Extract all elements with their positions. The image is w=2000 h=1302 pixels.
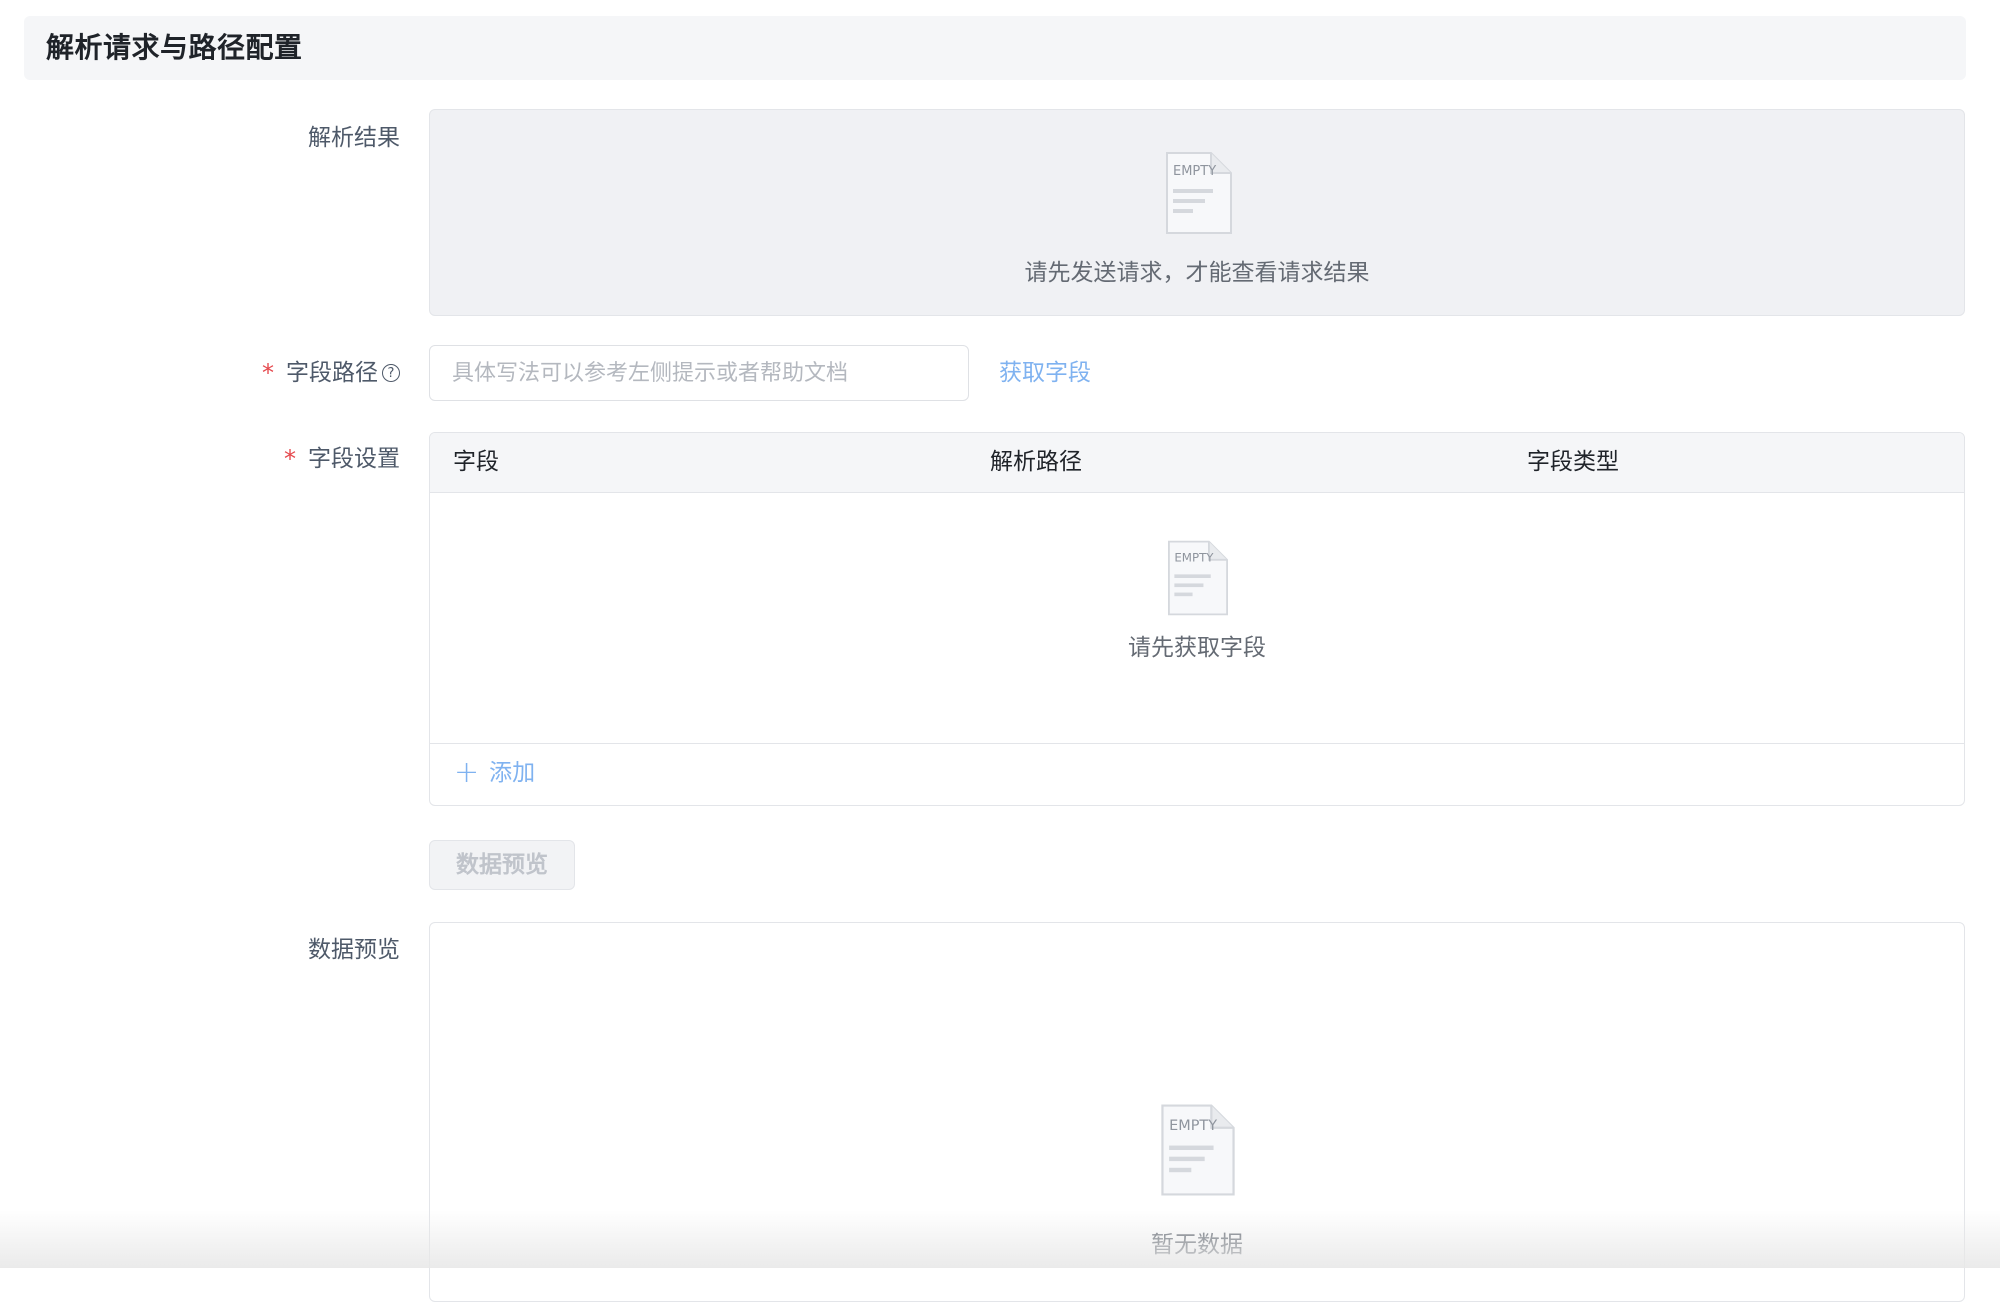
parse-result-empty-text: 请先发送请求，才能查看请求结果 bbox=[1024, 260, 1370, 286]
table-empty-text: 请先获取字段 bbox=[1128, 635, 1266, 661]
column-header-parse-path: 解析路径 bbox=[990, 449, 1082, 475]
plus-icon: + bbox=[454, 755, 480, 790]
empty-icon-caption: EMPTY bbox=[1173, 164, 1216, 179]
field-settings-table: 字段 解析路径 字段类型 EMPTY 请先获取字段 + 添加 bbox=[429, 432, 1965, 806]
table-header: 字段 解析路径 字段类型 bbox=[430, 433, 1964, 493]
table-body-empty: EMPTY 请先获取字段 bbox=[430, 493, 1964, 745]
empty-document-icon: EMPTY bbox=[1166, 152, 1232, 234]
column-header-field-type: 字段类型 bbox=[1527, 449, 1619, 475]
field-settings-label-text: 字段设置 bbox=[308, 446, 400, 472]
empty-icon-caption: EMPTY bbox=[1169, 1118, 1217, 1134]
data-preview-label: 数据预览 bbox=[308, 935, 400, 965]
add-row-button[interactable]: + 添加 bbox=[454, 758, 535, 788]
empty-document-icon: EMPTY bbox=[1161, 1104, 1235, 1196]
field-path-label: * 字段路径 ? bbox=[262, 358, 400, 388]
add-row-label: 添加 bbox=[489, 760, 536, 786]
section-title: 解析请求与路径配置 bbox=[46, 31, 303, 64]
table-footer: + 添加 bbox=[430, 743, 1964, 805]
parse-result-label: 解析结果 bbox=[308, 123, 400, 153]
field-path-label-text: 字段路径 bbox=[286, 360, 378, 386]
help-circle-icon[interactable]: ? bbox=[382, 364, 400, 382]
field-settings-label: * 字段设置 bbox=[284, 444, 400, 474]
empty-icon-caption: EMPTY bbox=[1174, 551, 1214, 565]
empty-document-icon: EMPTY bbox=[1168, 540, 1228, 616]
field-path-input[interactable] bbox=[429, 345, 969, 401]
parse-result-label-text: 解析结果 bbox=[308, 125, 400, 151]
fetch-fields-link[interactable]: 获取字段 bbox=[999, 358, 1091, 388]
data-preview-panel: EMPTY 暂无数据 bbox=[429, 922, 1965, 1302]
column-header-field: 字段 bbox=[453, 449, 499, 475]
section-header: 解析请求与路径配置 bbox=[24, 16, 1966, 80]
required-marker: * bbox=[284, 445, 296, 473]
parse-result-panel: EMPTY 请先发送请求，才能查看请求结果 bbox=[429, 109, 1965, 316]
data-preview-label-text: 数据预览 bbox=[308, 937, 400, 963]
required-marker: * bbox=[262, 359, 274, 387]
data-preview-button[interactable]: 数据预览 bbox=[429, 840, 575, 890]
data-preview-empty-text: 暂无数据 bbox=[1151, 1232, 1243, 1258]
